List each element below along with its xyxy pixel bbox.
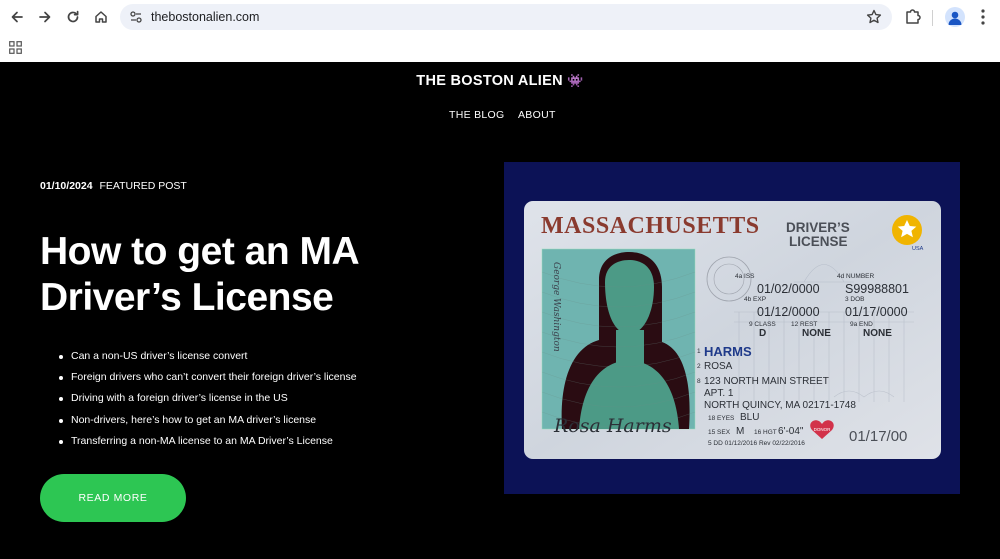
dob-small-value: 01/17/00 [849,428,907,445]
last-name-value: HARMS [704,344,752,359]
list-item: Can a non-US driver’s license convert [58,346,478,367]
post-meta: 01/10/2024 FEATURED POST [40,180,187,192]
forward-arrow-icon[interactable] [33,5,57,29]
nav-link-about[interactable]: ABOUT [518,109,556,121]
eyes-label: 18 EYES [708,415,735,422]
list-item: Transferring a non-MA license to an MA D… [58,431,478,452]
home-icon[interactable] [89,5,113,29]
end-value: NONE [863,328,892,339]
address-bar[interactable]: thebostonalien.com [120,4,892,30]
license-state: MASSACHUSETTS [541,213,760,239]
first-name-value: ROSA [704,361,733,372]
iss-value: 01/02/0000 [757,282,820,296]
side-signature: George Washington [551,262,561,352]
signature: Rosa Harms [553,415,672,437]
address-label: 8 [697,378,701,385]
post-date: 01/10/2024 [40,180,93,192]
post-title-line-2[interactable]: Driver’s License [40,276,334,319]
profile-icon[interactable] [945,7,965,27]
url-text[interactable]: thebostonalien.com [151,10,259,24]
extensions-icon[interactable] [903,6,923,26]
end-label: 9a END [850,321,873,328]
rest-label: 12 REST [791,321,817,328]
dd-value: 5 DD 01/12/2016 Rev 02/22/2016 [708,440,805,447]
list-item: Foreign drivers who can’t convert their … [58,367,478,388]
hgt-label: 16 HGT [754,429,777,436]
read-more-button[interactable]: READ MORE [40,474,186,522]
site-brand[interactable]: THE BOSTON ALIEN 👾 [0,73,1000,89]
usa-label: USA [912,246,924,252]
reload-icon[interactable] [61,5,85,29]
exp-label: 4b EXP [744,296,766,303]
license-illustration: MASSACHUSETTS DRIVER’S LICENSE USA Georg… [524,201,941,459]
hgt-value: 6'-04" [778,426,804,437]
web-page: THE BOSTON ALIEN 👾 THE BLOG ABOUT 01/10/… [0,62,1000,559]
post-tag: FEATURED POST [99,180,187,192]
post-title[interactable]: How to get an MA Driver’s License [40,229,480,321]
alien-icon: 👾 [567,73,584,88]
address-line-2: APT. 1 [704,388,734,399]
post-summary-list: Can a non-US driver’s license convert Fo… [58,346,478,452]
list-item: Non-drivers, here’s how to get an MA dri… [58,410,478,431]
more-vert-icon[interactable] [974,7,992,27]
number-label: 4d NUMBER [837,273,875,280]
site-settings-icon[interactable] [128,9,144,25]
rest-value: NONE [802,328,831,339]
post-title-line-1[interactable]: How to get an MA [40,230,360,273]
first-name-label: 2 [697,363,701,370]
list-item: Driving with a foreign driver’s license … [58,388,478,409]
number-value: S99988801 [845,282,909,296]
eyes-value: BLU [740,412,759,423]
sex-value: M [736,426,744,437]
browser-toolbar: thebostonalien.com [0,0,1000,62]
featured-image[interactable]: MASSACHUSETTS DRIVER’S LICENSE USA Georg… [504,162,960,494]
dob-value: 01/17/0000 [845,305,908,319]
dob-label: 3 DOB [845,296,865,303]
license-type-line-1: DRIVER’S [786,220,850,235]
iss-label: 4a ISS [735,273,755,280]
address-line-1: 123 NORTH MAIN STREET [704,376,829,387]
toolbar-divider [932,10,933,26]
last-name-label: 1 [697,348,701,355]
class-label: 9 CLASS [749,321,776,328]
back-arrow-icon[interactable] [5,5,29,29]
address-line-3: NORTH QUINCY, MA 02171-1748 [704,400,856,411]
donor-label: DONOR [814,427,832,432]
sex-label: 15 SEX [708,429,731,436]
license-type-line-2: LICENSE [789,234,848,249]
brand-name[interactable]: THE BOSTON ALIEN [416,73,563,89]
class-value: D [759,328,766,339]
bookmark-star-icon[interactable] [865,8,883,26]
nav-link-the-blog[interactable]: THE BLOG [449,109,505,121]
apps-grid-icon[interactable] [9,41,22,54]
exp-value: 01/12/0000 [757,305,820,319]
